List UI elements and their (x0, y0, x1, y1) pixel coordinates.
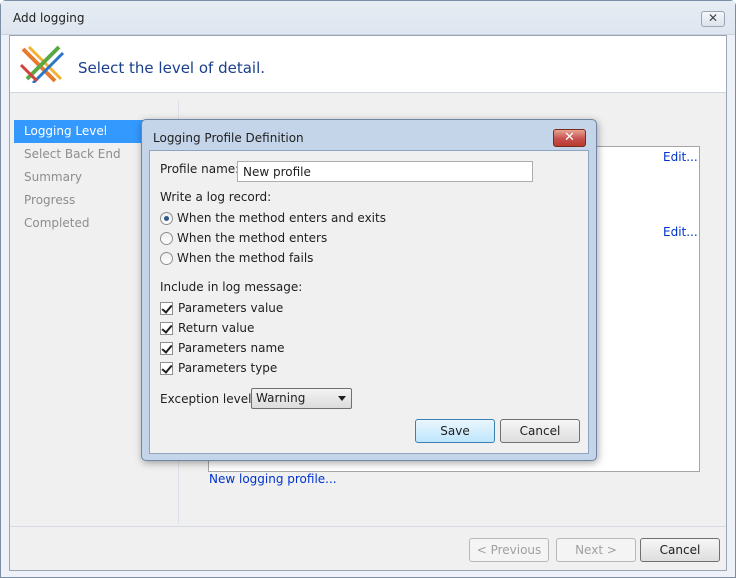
previous-button[interactable]: < Previous (469, 538, 549, 562)
exception-level-select[interactable]: Warning (251, 388, 352, 409)
profile-name-input[interactable] (237, 161, 533, 182)
dialog-body: Profile name: Write a log record: When t… (149, 150, 589, 454)
close-icon: ✕ (707, 11, 719, 25)
exception-level-label: Exception level: (160, 392, 256, 406)
dialog-title: Logging Profile Definition (153, 131, 304, 145)
radio-button[interactable] (160, 231, 173, 245)
checkbox-parameters-name[interactable]: Parameters name (160, 340, 285, 356)
dialog-cancel-button[interactable]: Cancel (500, 419, 580, 443)
wizard-cancel-button[interactable]: Cancel (640, 538, 720, 562)
checkbox-label: Parameters value (178, 301, 284, 315)
radio-button[interactable] (160, 251, 173, 265)
window-titlebar[interactable]: Add logging ✕ (1, 1, 735, 35)
page-title: Select the level of detail. (78, 59, 266, 77)
radio-enters-and-exits[interactable]: When the method enters and exits (160, 210, 386, 226)
exception-level-value: Warning (256, 391, 306, 405)
footer-divider (10, 526, 726, 527)
checkbox-parameters-value[interactable]: Parameters value (160, 300, 283, 316)
radio-fails[interactable]: When the method fails (160, 250, 313, 266)
edit-profile-link-2[interactable]: Edit... (663, 225, 698, 239)
radio-enters[interactable]: When the method enters (160, 230, 327, 246)
checkbox-checked[interactable] (160, 341, 173, 355)
checkbox-label: Return value (178, 321, 255, 335)
chevron-down-icon (338, 396, 346, 401)
logging-profile-dialog: Logging Profile Definition ✕ Profile nam… (141, 119, 597, 461)
next-button[interactable]: Next > (556, 538, 636, 562)
wizard-header: Select the level of detail. (10, 36, 726, 93)
checkbox-checked[interactable] (160, 301, 173, 315)
close-icon: ✕ (564, 130, 575, 145)
window-close-button[interactable]: ✕ (701, 11, 725, 27)
checkbox-label: Parameters type (178, 361, 278, 375)
checkbox-return-value[interactable]: Return value (160, 320, 254, 336)
postsharp-logo-icon (19, 45, 65, 83)
radio-label: When the method enters and exits (177, 211, 386, 225)
radio-button-checked[interactable] (160, 211, 173, 225)
checkbox-label: Parameters name (178, 341, 285, 355)
radio-label: When the method enters (177, 231, 328, 245)
window-title: Add logging (13, 11, 85, 25)
save-button[interactable]: Save (415, 419, 495, 443)
include-in-log-label: Include in log message: (160, 280, 303, 294)
add-logging-window: Add logging ✕ Select the level of detail… (0, 0, 736, 578)
checkbox-checked[interactable] (160, 361, 173, 375)
radio-label: When the method fails (177, 251, 314, 265)
checkbox-parameters-type[interactable]: Parameters type (160, 360, 277, 376)
new-logging-profile-link[interactable]: New logging profile... (209, 472, 337, 486)
dialog-close-button[interactable]: ✕ (553, 129, 586, 147)
write-log-record-label: Write a log record: (160, 190, 272, 204)
edit-profile-link-1[interactable]: Edit... (663, 150, 698, 164)
checkbox-checked[interactable] (160, 321, 173, 335)
profile-name-label: Profile name: (160, 162, 240, 176)
